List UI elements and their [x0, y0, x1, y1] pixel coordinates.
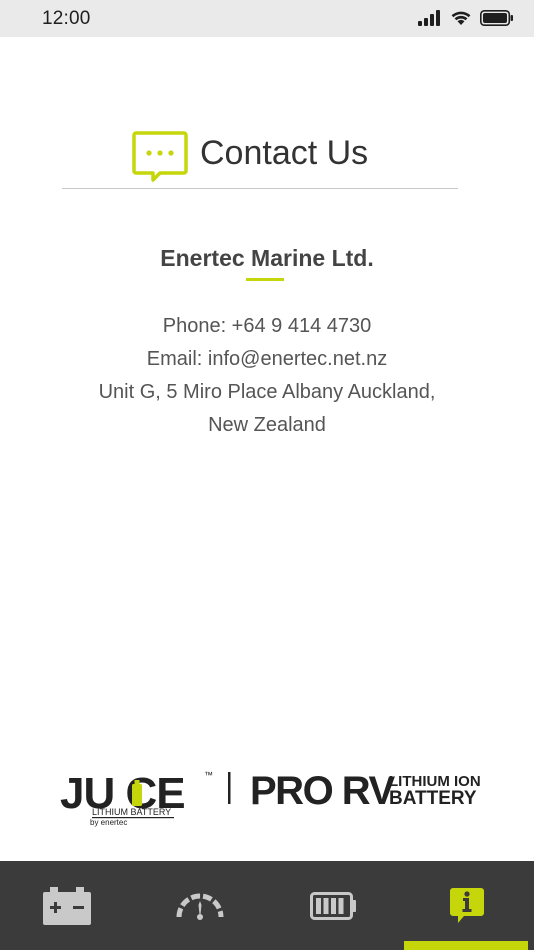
info-icon	[450, 887, 485, 923]
nav-tab-battery[interactable]	[0, 861, 134, 950]
gauge-icon	[176, 893, 224, 920]
pro-rv-wordmark: PRO RV	[250, 769, 395, 813]
company-name: Enertec Marine Ltd.	[160, 245, 374, 271]
status-icons	[418, 10, 514, 26]
company-underline	[246, 278, 284, 281]
brand-logos: JU CE ™ LITHIUM BATTERY by enertec PRO R…	[60, 769, 480, 827]
status-bar: 12:00	[0, 0, 534, 37]
contact-email[interactable]: Email: info@enertec.net.nz	[0, 343, 534, 376]
car-battery-icon	[42, 886, 91, 925]
contact-address-line-1: Unit G, 5 Miro Place Albany Auckland,	[98, 381, 436, 403]
contact-phone[interactable]: Phone: +64 9 414 4730	[0, 310, 534, 343]
pro-rv-logo: PRO RV LITHIUM ION BATTERY	[250, 769, 480, 813]
juice-battery-i	[132, 784, 142, 806]
nav-tab-battery-level[interactable]	[267, 861, 401, 950]
contact-details: Phone: +64 9 414 4730 Email: info@enerte…	[0, 310, 534, 442]
header-divider	[62, 188, 458, 189]
bottom-nav	[0, 861, 534, 950]
nav-tab-info[interactable]	[401, 861, 534, 950]
juice-tm: ™	[204, 770, 213, 780]
status-time: 12:00	[42, 8, 91, 29]
page-title: Contact Us	[200, 134, 369, 172]
nav-active-indicator	[404, 941, 528, 950]
contact-address-line-2: New Zealand	[208, 414, 326, 436]
page-header: Contact Us	[62, 128, 458, 188]
signal-icon	[418, 10, 440, 26]
chat-bubble-icon	[132, 131, 188, 182]
juice-subtitle: LITHIUM BATTERY	[92, 807, 171, 817]
wifi-icon	[451, 11, 471, 25]
juice-by-enertec: by enertec	[90, 818, 127, 827]
battery-icon	[480, 10, 513, 26]
brand-separator	[228, 772, 231, 804]
battery-label: BATTERY	[389, 788, 477, 809]
juice-logo: JU CE ™ LITHIUM BATTERY by enertec	[60, 769, 213, 827]
nav-tab-gauge[interactable]	[134, 861, 268, 950]
battery-level-icon	[309, 891, 356, 920]
